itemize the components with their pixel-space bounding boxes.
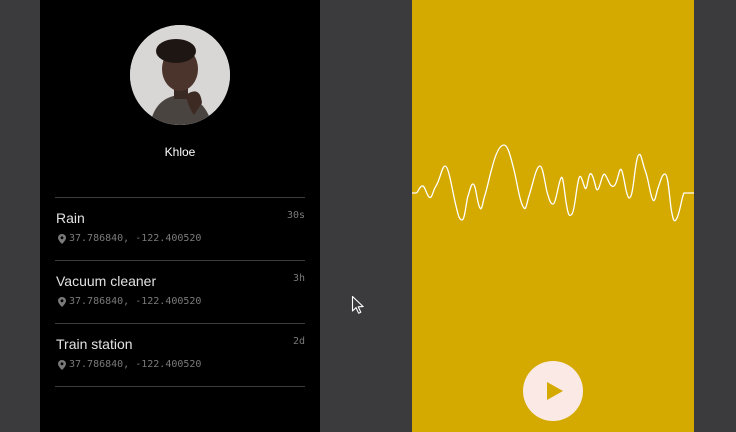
sound-list-panel: Khloe Rain 30s 37.786840, -122.400520 Va…	[40, 0, 320, 432]
sound-title: Rain	[56, 210, 85, 226]
player-panel	[412, 0, 694, 432]
audio-waveform	[412, 144, 694, 222]
mouse-pointer-icon	[351, 295, 364, 314]
list-item[interactable]: Train station 2d 37.786840, -122.400520	[55, 324, 305, 386]
divider	[55, 386, 305, 387]
sound-time: 2d	[292, 336, 305, 347]
avatar[interactable]	[130, 25, 230, 125]
profile-name: Khloe	[164, 145, 196, 159]
sound-time: 3h	[292, 273, 305, 284]
play-button[interactable]	[523, 361, 583, 421]
list-item[interactable]: Rain 30s 37.786840, -122.400520	[55, 198, 305, 260]
sound-title: Vacuum cleaner	[56, 273, 157, 289]
location-pin-icon	[58, 297, 66, 307]
sound-title: Train station	[56, 336, 133, 352]
play-icon	[547, 382, 563, 400]
list-item[interactable]: Vacuum cleaner 3h 37.786840, -122.400520	[55, 261, 305, 323]
sound-time: 30s	[286, 210, 305, 221]
sound-list: Rain 30s 37.786840, -122.400520 Vacuum c…	[55, 197, 305, 387]
location-pin-icon	[58, 360, 66, 370]
sound-coordinates: 37.786840, -122.400520	[69, 359, 202, 370]
location-pin-icon	[58, 234, 66, 244]
sound-coordinates: 37.786840, -122.400520	[69, 296, 202, 307]
sound-coordinates: 37.786840, -122.400520	[69, 233, 202, 244]
avatar-photo	[130, 25, 230, 125]
